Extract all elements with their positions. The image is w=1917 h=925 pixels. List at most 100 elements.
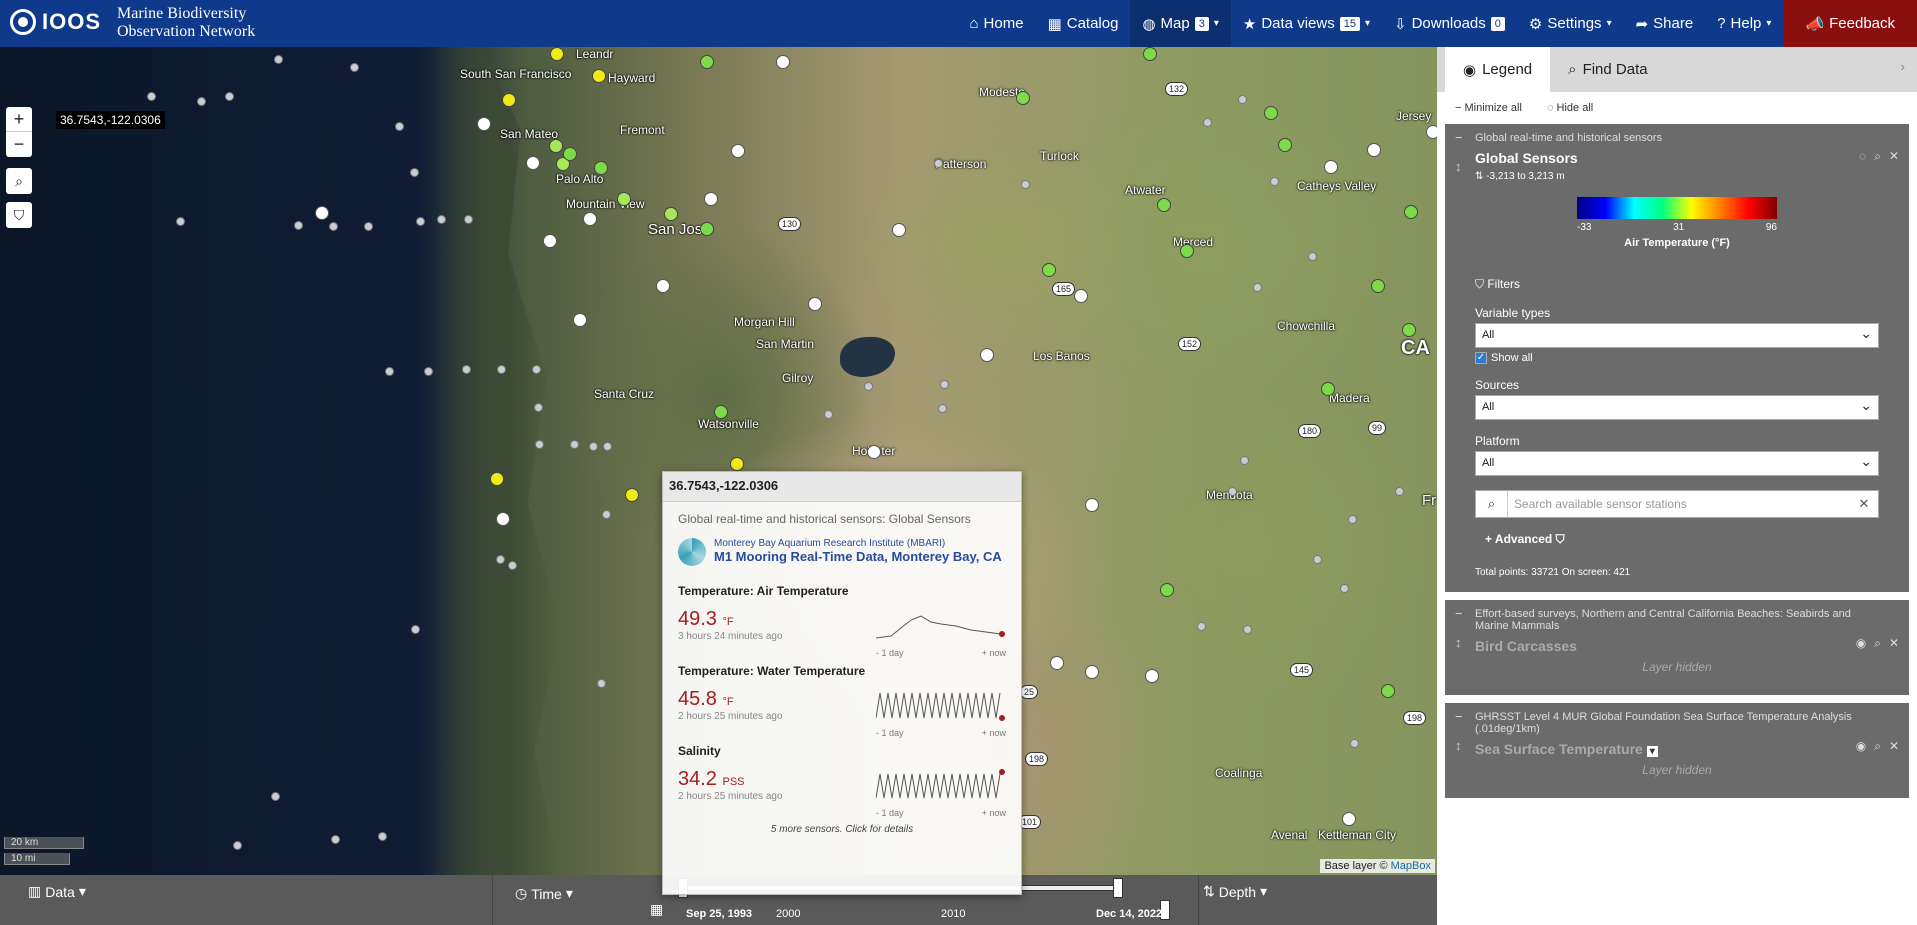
hide-all-label: Hide all bbox=[1556, 102, 1594, 114]
nav-downloads[interactable]: ⇩ Downloads 0 bbox=[1382, 0, 1517, 47]
clear-search-icon[interactable]: ✕ bbox=[1850, 491, 1878, 517]
megaphone-icon: 📣 bbox=[1805, 15, 1825, 33]
collapse-panel-icon[interactable]: › bbox=[1901, 59, 1905, 74]
place-label: Mountain View bbox=[566, 197, 645, 211]
remove-icon[interactable]: ✕ bbox=[1889, 149, 1899, 164]
measurement-value: 34.2 bbox=[678, 768, 717, 790]
station-popup[interactable]: 36.7543,-122.0306 Global real-time and h… bbox=[662, 471, 1022, 895]
platform-select[interactable]: All bbox=[1475, 451, 1879, 476]
ioos-logo[interactable]: IOOS bbox=[10, 9, 101, 35]
place-label: Jersey bbox=[1396, 109, 1432, 123]
nav-settings[interactable]: ⚙ Settings ▾ bbox=[1517, 0, 1624, 47]
minimize-icon[interactable]: − bbox=[1455, 606, 1463, 621]
variable-types-select[interactable]: All bbox=[1475, 323, 1879, 348]
clock-icon: ◷ bbox=[515, 885, 528, 901]
measurement-name: Temperature: Water Temperature bbox=[678, 664, 866, 678]
station-search-input[interactable]: Search available sensor stations bbox=[1508, 491, 1850, 517]
tab-legend[interactable]: ◉ Legend bbox=[1445, 47, 1551, 92]
place-label: Morgan Hill bbox=[734, 315, 795, 329]
nav-share-label: Share bbox=[1653, 15, 1694, 32]
nav-feedback[interactable]: 📣 Feedback bbox=[1783, 0, 1917, 47]
measurement-air-temp[interactable]: Temperature: Air Temperature 49.3 °F 3 ho… bbox=[678, 584, 1006, 658]
minimize-all-label: Minimize all bbox=[1464, 102, 1522, 114]
sparkline-left-label: - 1 day bbox=[876, 728, 904, 738]
nav-catalog-label: Catalog bbox=[1066, 15, 1119, 32]
tab-find-data[interactable]: ⌕ Find Data bbox=[1550, 47, 1665, 92]
nav-share[interactable]: ➦ Share bbox=[1624, 0, 1706, 47]
scale-km: 20 km bbox=[4, 837, 84, 849]
place-label: Los Banos bbox=[1033, 349, 1090, 363]
show-all-label: Show all bbox=[1491, 352, 1533, 364]
nav-catalog[interactable]: ▦ Catalog bbox=[1036, 0, 1131, 47]
search-icon: ⌕ bbox=[1568, 61, 1577, 78]
calendar-icon[interactable]: ▦ bbox=[650, 901, 663, 918]
mapbox-link[interactable]: MapBox bbox=[1391, 860, 1431, 872]
nav-help[interactable]: ? Help ▾ bbox=[1705, 0, 1783, 47]
show-icon[interactable]: ◉ bbox=[1856, 739, 1866, 754]
depth-icon: ⇅ bbox=[1203, 883, 1215, 899]
timeline-tick-2000: 2000 bbox=[776, 908, 801, 920]
place-label: Fr bbox=[1422, 492, 1437, 509]
layer-title: Sea Surface Temperature bbox=[1475, 741, 1643, 757]
sources-select[interactable]: All bbox=[1475, 395, 1879, 420]
nav-data-views[interactable]: ★ Data views 15 ▾ bbox=[1231, 0, 1382, 47]
timeline-tick-2010: 2010 bbox=[941, 908, 966, 920]
measurement-salinity[interactable]: Salinity 34.2 PSS 2 hours 25 minutes ago … bbox=[678, 744, 1006, 818]
main-nav: ⌂ Home ▦ Catalog ◍ Map 3 ▾ ★ Data views 15 ▾ ⇩ Do… bbox=[957, 0, 1917, 47]
minimize-all-button[interactable]: − Minimize all bbox=[1455, 102, 1522, 114]
nav-settings-label: Settings bbox=[1547, 15, 1602, 32]
timeline-start-label: Sep 25, 1993 bbox=[686, 908, 753, 920]
zoom-to-icon[interactable]: ⌕ bbox=[1874, 149, 1881, 164]
data-dropdown[interactable]: ▥ Data ▾ bbox=[28, 883, 86, 900]
org-name[interactable]: Marine Biodiversity Observation Network bbox=[117, 5, 255, 41]
remove-icon[interactable]: ✕ bbox=[1889, 739, 1899, 754]
nav-map[interactable]: ◍ Map 3 ▾ bbox=[1130, 0, 1231, 47]
zoom-to-icon[interactable]: ⌕ bbox=[1874, 739, 1881, 754]
hide-all-button[interactable]: ◌ Hide all bbox=[1547, 102, 1593, 114]
filter-icon: ⛉ bbox=[1475, 277, 1488, 291]
data-label: Data bbox=[45, 883, 75, 900]
popup-subtitle: Global real-time and historical sensors:… bbox=[678, 512, 971, 526]
filter-polygon-button[interactable]: ⛉ bbox=[6, 202, 32, 228]
variable-types-label: Variable types bbox=[1475, 306, 1551, 320]
drag-handle-icon[interactable]: ↕ bbox=[1455, 738, 1462, 753]
show-all-checkbox[interactable]: ✓ Show all bbox=[1475, 352, 1879, 364]
zoom-out-button[interactable]: − bbox=[6, 132, 32, 157]
place-label: Catheys Valley bbox=[1297, 179, 1377, 193]
attribution-text: Base layer © bbox=[1324, 860, 1388, 872]
hide-icon[interactable]: ◌ bbox=[1859, 149, 1866, 164]
time-dropdown[interactable]: ◷ Time ▾ bbox=[515, 885, 573, 902]
popup-source[interactable]: Monterey Bay Aquarium Research Institute… bbox=[678, 538, 1006, 566]
caret-down-icon: ▾ bbox=[78, 883, 86, 899]
popup-org: Monterey Bay Aquarium Research Institute… bbox=[714, 538, 946, 549]
time-slider-end-handle[interactable] bbox=[1113, 878, 1123, 898]
colorbar-mid: 31 bbox=[1673, 222, 1685, 233]
layer-options-dropdown[interactable]: ▾ bbox=[1646, 746, 1658, 757]
more-sensors-link[interactable]: 5 more sensors. Click for details bbox=[678, 824, 1006, 835]
coastline bbox=[430, 47, 560, 875]
time-label: Time bbox=[531, 885, 562, 902]
advanced-filter-button[interactable]: + Advanced ⛉ bbox=[1485, 532, 1869, 547]
data-views-badge: 15 bbox=[1339, 16, 1360, 31]
minimize-icon[interactable]: − bbox=[1455, 130, 1463, 145]
platform-label: Platform bbox=[1475, 434, 1520, 448]
nav-help-label: Help bbox=[1730, 15, 1762, 32]
sources-label: Sources bbox=[1475, 378, 1520, 392]
popup-station-link[interactable]: M1 Mooring Real-Time Data, Monterey Bay,… bbox=[714, 549, 1002, 564]
measurement-value: 49.3 bbox=[678, 608, 717, 630]
remove-icon[interactable]: ✕ bbox=[1889, 636, 1899, 651]
nav-feedback-label: Feedback bbox=[1829, 15, 1895, 32]
minimize-icon[interactable]: − bbox=[1455, 709, 1463, 724]
depth-dropdown[interactable]: ⇅ Depth ▾ bbox=[1203, 883, 1267, 900]
sparkline-chart: - 1 day + now bbox=[875, 688, 1006, 738]
show-icon[interactable]: ◉ bbox=[1856, 636, 1866, 651]
zoom-in-button[interactable]: + bbox=[6, 107, 32, 132]
divider bbox=[1198, 875, 1199, 925]
drag-handle-icon[interactable]: ↕ bbox=[1455, 635, 1462, 650]
drag-handle-icon[interactable]: ↕ bbox=[1455, 159, 1462, 174]
zoom-to-icon[interactable]: ⌕ bbox=[1874, 636, 1881, 651]
zoom-box-button[interactable]: ⌕ bbox=[6, 168, 32, 194]
measurement-water-temp[interactable]: Temperature: Water Temperature 45.8 °F 2 … bbox=[678, 664, 1006, 738]
nav-home[interactable]: ⌂ Home bbox=[957, 0, 1035, 47]
place-label: Kettleman City bbox=[1318, 828, 1397, 842]
